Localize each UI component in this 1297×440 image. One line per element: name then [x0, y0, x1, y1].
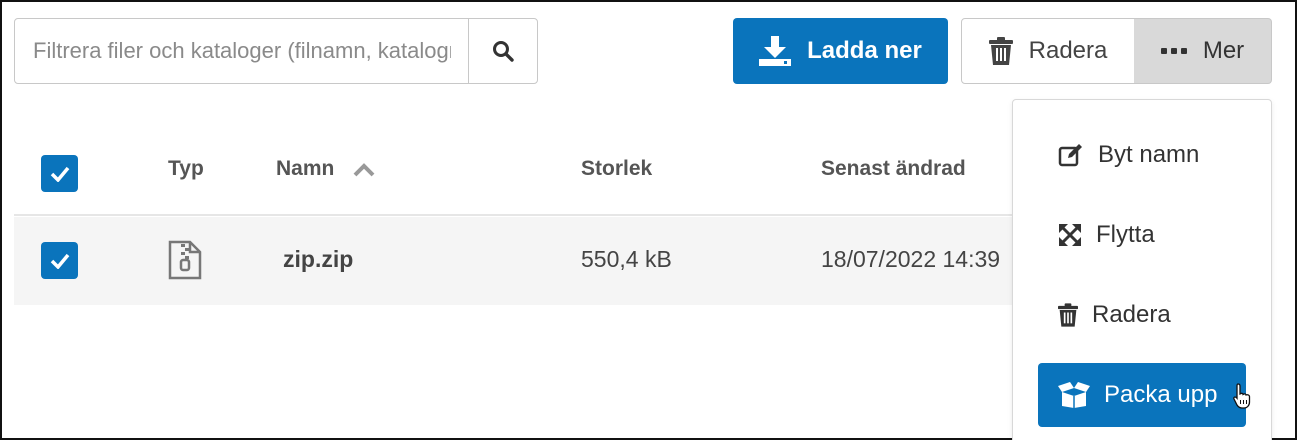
menu-item-move[interactable]: Flytta: [1038, 203, 1246, 267]
menu-item-label: Packa upp: [1104, 381, 1218, 408]
trash-icon: [988, 37, 1013, 65]
download-button[interactable]: Ladda ner: [733, 18, 948, 84]
menu-item-extract[interactable]: Packa upp: [1038, 363, 1246, 427]
checkmark-icon: [50, 166, 69, 182]
menu-item-rename[interactable]: Byt namn: [1038, 123, 1246, 187]
hand-pointer-cursor-icon: [1233, 383, 1251, 409]
table-row[interactable]: zip.zip 550,4 kB 18/07/2022 14:39: [14, 217, 1014, 305]
ellipsis-icon: [1160, 48, 1187, 54]
delete-button[interactable]: Radera: [961, 18, 1135, 84]
menu-item-delete[interactable]: Radera: [1038, 283, 1246, 347]
column-size[interactable]: Storlek: [581, 157, 652, 181]
column-name[interactable]: Namn: [276, 157, 334, 181]
search-button[interactable]: [468, 18, 538, 84]
trash-icon: [1058, 303, 1078, 327]
download-icon: [759, 36, 792, 66]
delete-button-label: Radera: [1028, 37, 1108, 64]
more-button[interactable]: Mer: [1134, 18, 1272, 84]
checkmark-icon: [50, 253, 69, 269]
box-open-icon: [1058, 382, 1090, 408]
file-size: 550,4 kB: [581, 246, 672, 272]
select-all-checkbox[interactable]: [41, 155, 78, 192]
search-input[interactable]: [14, 18, 470, 84]
file-modified: 18/07/2022 14:39: [821, 246, 1001, 272]
more-button-label: Mer: [1202, 37, 1245, 64]
table-header: Typ Namn Storlek Senast ändrad: [14, 124, 1014, 216]
row-checkbox[interactable]: [41, 242, 78, 279]
column-modified[interactable]: Senast ändrad: [821, 157, 966, 181]
menu-item-label: Flytta: [1096, 221, 1155, 248]
menu-item-label: Byt namn: [1098, 141, 1200, 168]
sort-ascending-icon[interactable]: [353, 163, 375, 177]
edit-icon: [1058, 144, 1082, 167]
menu-item-label: Radera: [1092, 301, 1171, 328]
file-name[interactable]: zip.zip: [283, 246, 353, 273]
search-icon: [493, 41, 514, 62]
download-button-label: Ladda ner: [807, 37, 922, 64]
move-icon: [1059, 224, 1081, 246]
zip-file-icon: [168, 240, 202, 280]
column-type[interactable]: Typ: [168, 157, 204, 181]
